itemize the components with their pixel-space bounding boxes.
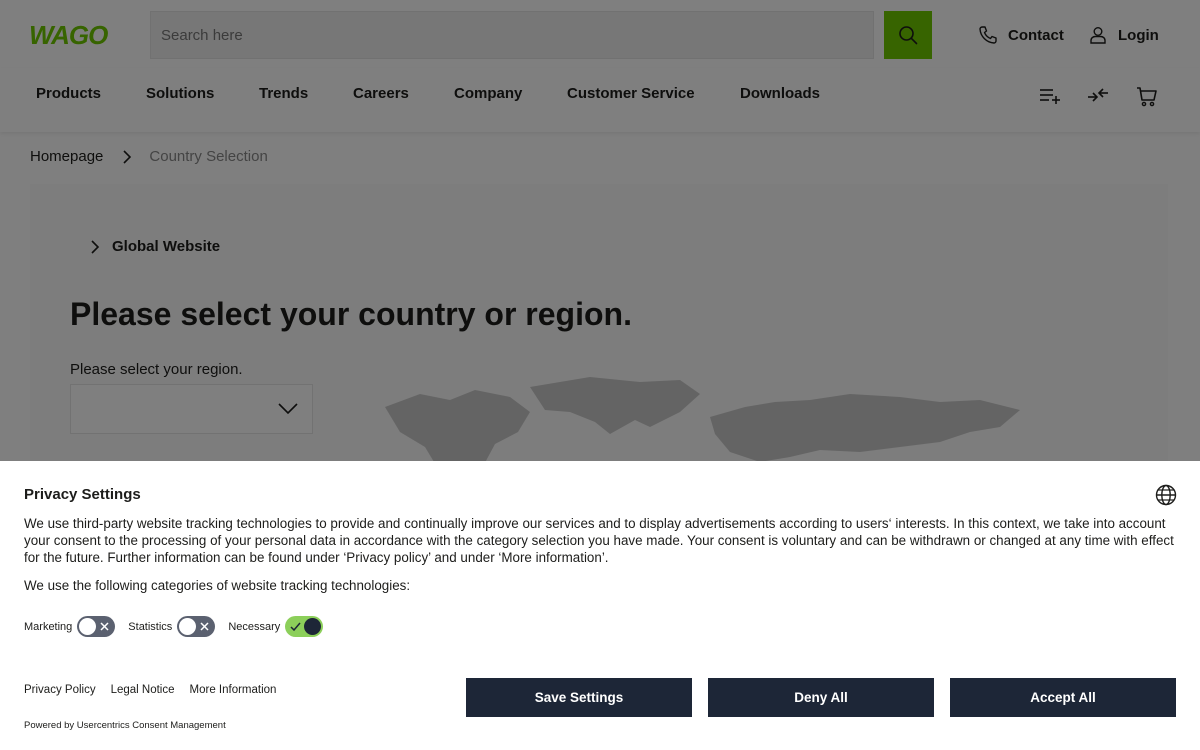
toggle-knob (179, 618, 197, 635)
banner-links: Privacy Policy Legal Notice More Informa… (24, 684, 291, 696)
toggle-group-statistics: Statistics (128, 616, 216, 637)
powered-by-text: Powered by Usercentrics Consent Manageme… (24, 720, 226, 731)
marketing-toggle[interactable] (77, 616, 116, 637)
toggle-group-necessary: Necessary (228, 616, 324, 637)
banner-title: Privacy Settings (24, 486, 141, 503)
statistics-toggle[interactable] (177, 616, 216, 637)
toggle-label-necessary: Necessary (228, 620, 281, 633)
consent-toggles: Marketing Statistics Necessary (24, 616, 336, 637)
privacy-settings-banner: Privacy Settings We use third-party webs… (0, 461, 1200, 750)
toggle-knob (304, 618, 322, 635)
x-icon (200, 622, 209, 631)
more-information-link[interactable]: More Information (190, 684, 277, 696)
x-icon (100, 622, 109, 631)
necessary-toggle[interactable] (285, 616, 324, 637)
save-settings-button[interactable]: Save Settings (466, 678, 692, 717)
check-icon (290, 622, 301, 632)
accept-all-button[interactable]: Accept All (950, 678, 1176, 717)
toggle-knob (79, 618, 97, 635)
toggle-label-marketing: Marketing (24, 620, 73, 633)
banner-categories-intro: We use the following categories of websi… (24, 578, 411, 593)
privacy-policy-link[interactable]: Privacy Policy (24, 684, 96, 696)
toggle-label-statistics: Statistics (128, 620, 173, 633)
deny-all-button[interactable]: Deny All (708, 678, 934, 717)
banner-description: We use third-party website tracking tech… (24, 516, 1174, 565)
globe-icon[interactable] (1155, 484, 1177, 506)
legal-notice-link[interactable]: Legal Notice (111, 684, 175, 696)
toggle-group-marketing: Marketing (24, 616, 116, 637)
